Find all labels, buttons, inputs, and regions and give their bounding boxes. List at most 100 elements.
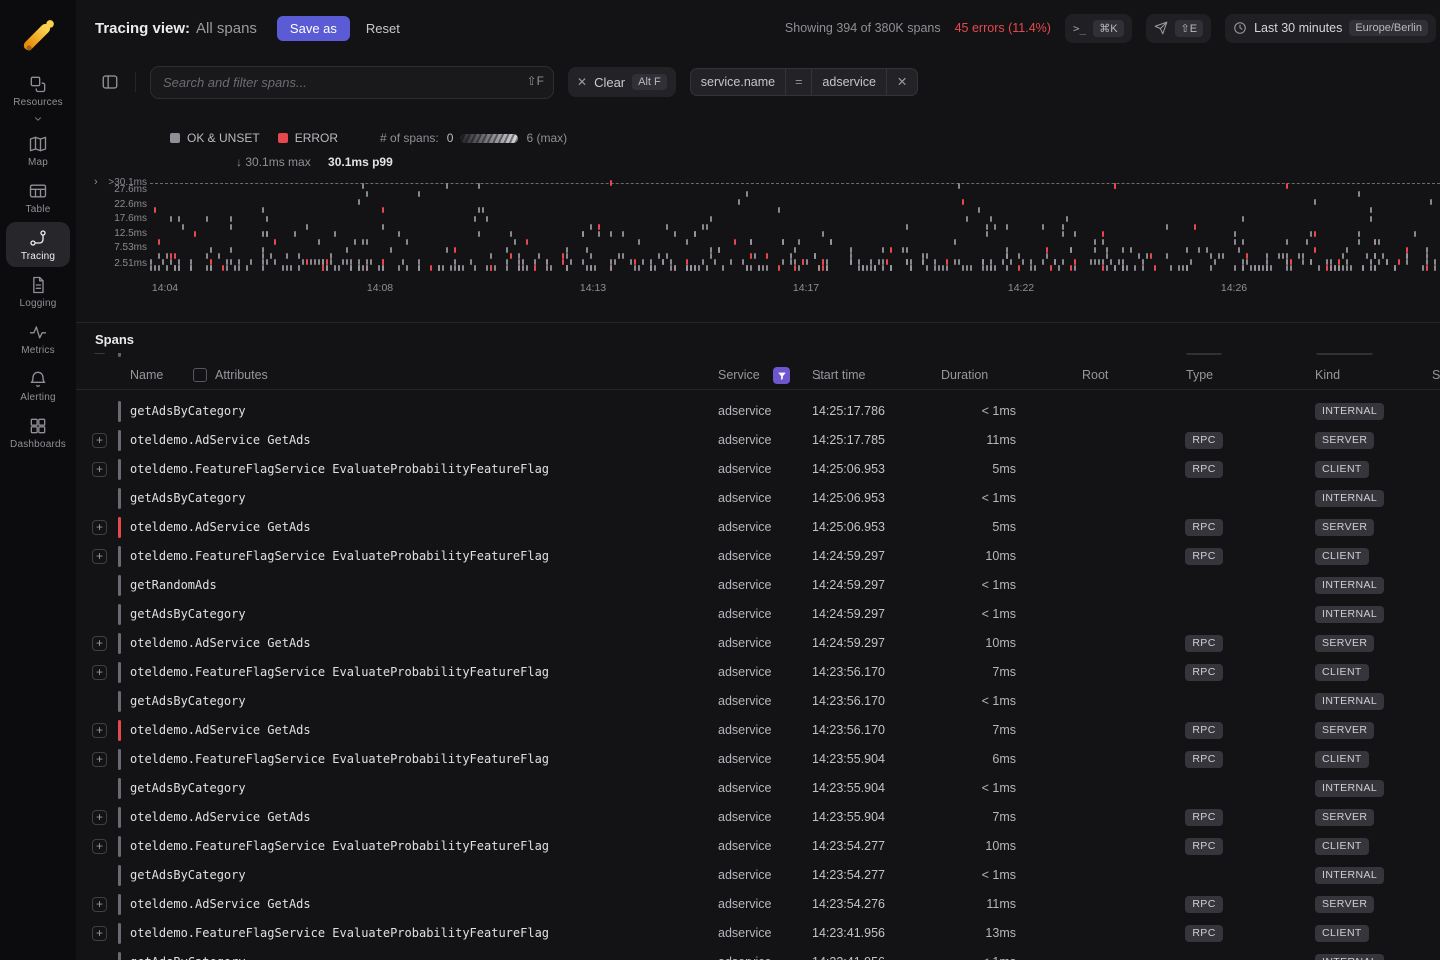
expand-button[interactable]: + [92,520,107,535]
search-input[interactable] [150,66,554,99]
table-row[interactable]: +getRandomAdsadservice14:24:59.297< 1msI… [76,571,1440,600]
col-service[interactable]: Service [718,361,760,389]
type-badge: RPC [1185,353,1222,355]
col-status[interactable]: Status [1432,361,1440,389]
table-row[interactable]: +oteldemo.FeatureFlagService EvaluatePro… [76,832,1440,861]
latency-scatter-chart[interactable]: › >30.1ms27.6ms22.6ms17.6ms12.5ms7.53ms2… [76,172,1440,302]
col-root[interactable]: Root [1082,361,1108,389]
table-row[interactable]: +getAdsByCategoryadservice14:23:54.277< … [76,861,1440,890]
legend-ok[interactable]: OK & UNSET [170,131,260,145]
span-status-bar [118,575,121,596]
span-name: oteldemo.AdService GetAds [130,803,311,832]
service-filter-icon[interactable] [773,367,790,384]
expand-button[interactable]: + [92,839,107,854]
span-status-bar [118,836,121,857]
table-row[interactable]: +getAdsByCategoryadservice14:23:41.956< … [76,948,1440,960]
close-icon: ✕ [577,75,587,89]
expand-button[interactable]: + [92,433,107,448]
expand-button[interactable]: + [92,549,107,564]
expand-button[interactable]: + [92,462,107,477]
metrics-icon [28,322,48,342]
time-range-picker[interactable]: Last 30 minutes Europe/Berlin [1225,14,1436,43]
filter-operator[interactable]: = [785,68,812,96]
save-as-button[interactable]: Save as [277,16,350,41]
span-status-bar [118,633,121,654]
table-row[interactable]: + oteldemo.FeatureFlagService EvaluatePro… [76,542,1440,571]
expand-button[interactable]: + [92,723,107,738]
share-button[interactable]: ⇧E [1146,14,1212,43]
table-row[interactable]: +oteldemo.AdService GetAdsadservice14:23… [76,716,1440,745]
span-name: getRandomAds [130,571,217,600]
table-row[interactable]: +oteldemo.AdService GetAdsadservice14:25… [76,513,1440,542]
span-name: getAdsByCategory [130,484,246,513]
filter-key[interactable]: service.name [690,68,786,96]
attributes-checkbox[interactable] [193,368,207,382]
col-attributes[interactable]: Attributes [215,361,268,389]
type-badge: RPC [1185,751,1222,768]
expand-button[interactable]: + [92,897,107,912]
expand-button[interactable]: + [92,636,107,651]
command-palette-button[interactable]: >_ ⌘K [1065,14,1132,43]
table-row[interactable]: +oteldemo.AdService GetAdsadservice14:25… [76,353,1440,361]
table-row[interactable]: +getAdsByCategoryadservice14:23:56.170< … [76,687,1440,716]
table-row[interactable]: +oteldemo.AdService GetAdsadservice14:23… [76,803,1440,832]
expand-button[interactable]: + [92,353,107,354]
legend-error[interactable]: ERROR [278,131,338,145]
table-row[interactable]: +getAdsByCategoryadservice14:25:06.953< … [76,484,1440,513]
sidebar-item-resources[interactable]: Resources [6,68,70,126]
table-row[interactable]: + oteldemo.FeatureFlagService EvaluatePro… [76,919,1440,948]
spans-section-title: Spans [76,323,1440,347]
type-badge: RPC [1185,548,1222,565]
expand-button[interactable]: + [92,810,107,825]
table-row[interactable]: +oteldemo.AdService GetAdsadservice14:25… [76,426,1440,455]
sidebar-item-metrics[interactable]: Metrics [6,316,70,361]
col-duration[interactable]: Duration [941,361,988,389]
remove-filter-icon[interactable]: ✕ [886,68,918,96]
table-row[interactable]: +getAdsByCategoryadservice14:24:59.297< … [76,600,1440,629]
table-row[interactable]: +getAdsByCategoryadservice14:25:17.786< … [76,397,1440,426]
table-row[interactable]: +oteldemo.AdService GetAdsadservice14:24… [76,629,1440,658]
scrolled-row-sliver: +oteldemo.AdService GetAdsadservice14:25… [76,353,1440,361]
sort-desc-icon: ↓ [816,361,822,389]
search-field: ⇧F [150,66,554,99]
span-name: oteldemo.AdService GetAds [130,426,311,455]
filter-value[interactable]: adservice [811,68,887,96]
span-duration: < 1ms [934,687,1016,716]
sidebar-item-table[interactable]: Table [6,175,70,220]
sidebar-item-dashboards[interactable]: Dashboards [6,410,70,455]
reset-button[interactable]: Reset [366,21,400,36]
table-row[interactable]: +oteldemo.FeatureFlagService EvaluatePro… [76,745,1440,774]
span-name: oteldemo.FeatureFlagService EvaluateProb… [130,919,549,948]
span-duration: < 1ms [934,571,1016,600]
max-arrow-icon: ↓ [236,155,245,169]
app-logo[interactable] [16,14,60,58]
clear-filters-button[interactable]: ✕ Clear Alt F [568,67,676,97]
col-kind[interactable]: Kind [1315,361,1340,389]
table-row[interactable]: +oteldemo.FeatureFlagService EvaluatePro… [76,658,1440,687]
span-duration: 11ms [934,890,1016,919]
expand-button[interactable]: + [92,752,107,767]
span-name: getAdsByCategory [130,600,246,629]
latency-scatter[interactable] [150,172,1440,276]
table-row[interactable]: +oteldemo.FeatureFlagService EvaluatePro… [76,455,1440,484]
span-name: oteldemo.FeatureFlagService EvaluateProb… [130,542,549,571]
span-name: getAdsByCategory [130,948,246,960]
sidebar-item-tracing[interactable]: Tracing [6,222,70,267]
kind-badge: INTERNAL [1315,693,1384,710]
span-status-bar [118,662,121,683]
table-row[interactable]: +oteldemo.AdService GetAdsadservice14:23… [76,890,1440,919]
count-max: 6 (max) [526,131,567,145]
col-name[interactable]: Name [130,361,163,389]
expand-button[interactable]: + [92,926,107,941]
expand-button[interactable]: + [92,665,107,680]
table-row[interactable]: +getAdsByCategoryadservice14:23:55.904< … [76,774,1440,803]
col-type[interactable]: Type [1186,361,1213,389]
collapse-panel-icon[interactable] [101,73,119,91]
sidebar-item-map[interactable]: Map [6,128,70,173]
sidebar-item-logging[interactable]: Logging [6,269,70,314]
sidebar-item-alerting[interactable]: Alerting [6,363,70,408]
span-duration: 5ms [934,513,1016,542]
span-duration: 7ms [934,803,1016,832]
span-status-bar [118,807,121,828]
span-start-time: 14:25:06.953 [812,513,885,542]
